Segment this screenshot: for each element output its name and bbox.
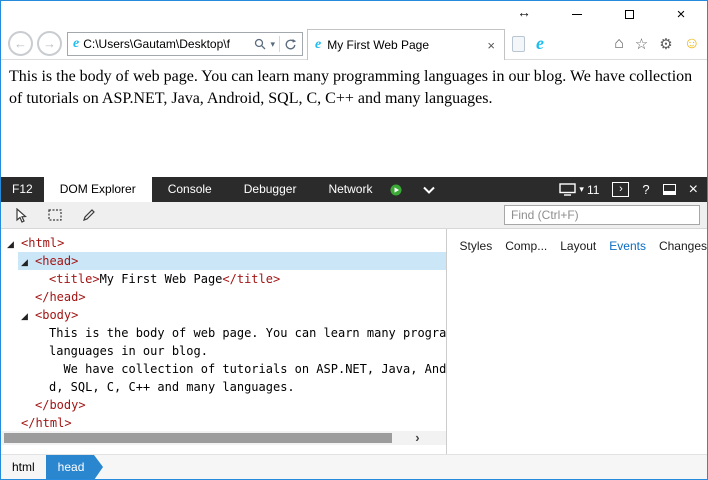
devtools-right-controls: ▾ 11 › ? × — [559, 177, 707, 202]
tag-text: </body> — [35, 398, 86, 412]
tab-changes[interactable]: Changes — [659, 239, 707, 253]
dom-text-line[interactable]: We have collection of tutorials on ASP.N… — [1, 360, 446, 378]
devtools-close-button[interactable]: × — [689, 181, 698, 199]
monitor-icon — [559, 183, 577, 196]
back-button[interactable]: ← — [8, 31, 33, 56]
devtools-panel: F12 DOM Explorer Console Debugger Networ… — [1, 177, 707, 479]
tab-debugger[interactable]: Debugger — [228, 177, 313, 202]
dom-node-title[interactable]: <title>My First Web Page</title> — [1, 270, 446, 288]
new-tab-icon — [512, 36, 525, 52]
text-node: We have collection of tutorials on ASP.N… — [49, 362, 446, 376]
dom-text-line[interactable]: languages in our blog. — [1, 342, 446, 360]
close-button[interactable]: × — [655, 1, 707, 27]
text-node: My First Web Page — [99, 272, 223, 286]
edit-html-pencil-button[interactable] — [79, 205, 99, 225]
settings-button[interactable]: ⚙ — [659, 35, 672, 53]
dom-tree-panel[interactable]: ◢ <html> ◢ <head> <title>My First Web Page… — [1, 229, 447, 454]
tag-text: <html> — [21, 236, 65, 250]
devtools-toolbar: F12 DOM Explorer Console Debugger Networ… — [1, 177, 707, 202]
help-button[interactable]: ? — [642, 182, 649, 197]
styles-panel-tabs: Styles Comp... Layout Events Changes — [447, 229, 707, 253]
chevron-down-icon: ▾ — [579, 184, 584, 194]
browser-action-icons: ⌂ ☆ ⚙ ☺ — [614, 27, 700, 60]
horizontal-scrollbar[interactable]: › — [1, 431, 446, 445]
text-node: d, SQL, C, C++ and many languages. — [49, 380, 295, 394]
favorites-button[interactable]: ☆ — [635, 35, 648, 53]
address-dropdown-icon[interactable]: ▾ — [270, 39, 275, 50]
dock-icon — [662, 184, 676, 195]
new-tab-button[interactable] — [512, 36, 525, 52]
page-paragraph: This is the body of web page. You can le… — [9, 68, 693, 107]
dom-node-html-open[interactable]: ◢ <html> — [1, 234, 446, 252]
text-node: languages in our blog. — [49, 344, 208, 358]
dom-node-html-close[interactable]: </html> — [1, 414, 446, 432]
document-mode-button[interactable]: ▾ 11 — [559, 183, 599, 197]
divider — [279, 36, 280, 52]
dom-text-line[interactable]: d, SQL, C, C++ and many languages. — [1, 378, 446, 396]
find-input[interactable] — [504, 205, 700, 225]
more-tools-chevron-icon[interactable] — [422, 186, 436, 194]
tab-computed[interactable]: Comp... — [505, 239, 547, 253]
show-console-button[interactable]: › — [612, 182, 630, 197]
tag-text: <title> — [49, 272, 100, 286]
tab-layout[interactable]: Layout — [560, 239, 596, 253]
scrollbar-thumb[interactable] — [4, 433, 392, 443]
dom-node-head-close[interactable]: </head> — [1, 288, 446, 306]
document-mode-value: 11 — [586, 182, 600, 197]
minimize-button[interactable] — [551, 1, 603, 27]
page-favicon-icon: e — [73, 36, 80, 51]
minimize-icon — [572, 13, 582, 15]
dom-node-body-close[interactable]: </body> — [1, 396, 446, 414]
browser-tab[interactable]: e My First Web Page × — [307, 29, 505, 60]
tag-text: <head> — [35, 254, 79, 268]
search-icon[interactable] — [254, 38, 266, 50]
scroll-right-arrow-icon[interactable]: › — [415, 431, 419, 445]
expander-icon[interactable]: ◢ — [21, 308, 35, 324]
expander-icon[interactable]: ◢ — [7, 236, 21, 252]
dom-text-line[interactable]: This is the body of web page. You can le… — [1, 324, 446, 342]
maximize-button[interactable] — [603, 1, 655, 27]
forward-button[interactable]: → — [37, 31, 62, 56]
tag-text: <body> — [35, 308, 79, 322]
page-content: This is the body of web page. You can le… — [1, 61, 707, 177]
home-button[interactable]: ⌂ — [614, 35, 624, 53]
breadcrumb-html[interactable]: html — [1, 455, 46, 479]
tab-favicon-icon: e — [315, 37, 322, 52]
titlebar[interactable]: ↔ × — [1, 1, 707, 27]
window-controls: × — [551, 1, 707, 27]
breadcrumb: html head — [1, 454, 707, 479]
tab-network[interactable]: Network — [312, 177, 388, 202]
devtools-main: ◢ <html> ◢ <head> <title>My First Web Page… — [1, 229, 707, 454]
ie-browser-window: ↔ × ← → e C:\Users\Gautam\Desktop\f ▾ e … — [0, 0, 708, 480]
dock-button[interactable] — [662, 184, 676, 195]
tab-dom-explorer[interactable]: DOM Explorer — [43, 177, 152, 202]
f12-label: F12 — [12, 182, 33, 196]
styles-panel: Styles Comp... Layout Events Changes — [446, 229, 707, 454]
refresh-icon[interactable] — [284, 38, 297, 51]
address-text[interactable]: C:\Users\Gautam\Desktop\f — [83, 37, 250, 51]
text-node: This is the body of web page. You can le… — [49, 326, 446, 340]
ie-logo-icon: e — [536, 33, 544, 53]
tag-text: </title> — [222, 272, 281, 286]
address-bar[interactable]: e C:\Users\Gautam\Desktop\f ▾ — [67, 32, 303, 56]
tag-text: </head> — [35, 290, 86, 304]
tab-title: My First Web Page — [327, 38, 430, 52]
maximize-icon — [624, 9, 634, 19]
select-element-button[interactable] — [11, 205, 31, 225]
tag-text: </html> — [21, 416, 72, 430]
tab-close-button[interactable]: × — [485, 38, 497, 53]
navigation-bar: ← → e C:\Users\Gautam\Desktop\f ▾ e My F… — [1, 27, 707, 60]
tab-styles[interactable]: Styles — [460, 239, 493, 253]
resize-icon: ↔ — [517, 4, 531, 20]
network-recording-icon[interactable] — [390, 184, 402, 196]
tab-events[interactable]: Events — [609, 239, 646, 253]
expander-icon[interactable]: ◢ — [21, 254, 35, 270]
dom-explorer-toolbar — [1, 202, 707, 229]
feedback-smiley-button[interactable]: ☺ — [684, 35, 700, 53]
tab-console[interactable]: Console — [152, 177, 228, 202]
breadcrumb-head[interactable]: head — [45, 455, 104, 479]
highlight-elements-button[interactable] — [45, 205, 65, 225]
dom-node-body-open[interactable]: ◢ <body> — [1, 306, 446, 324]
dom-node-head-open-selected[interactable]: ◢ <head> — [18, 252, 446, 270]
